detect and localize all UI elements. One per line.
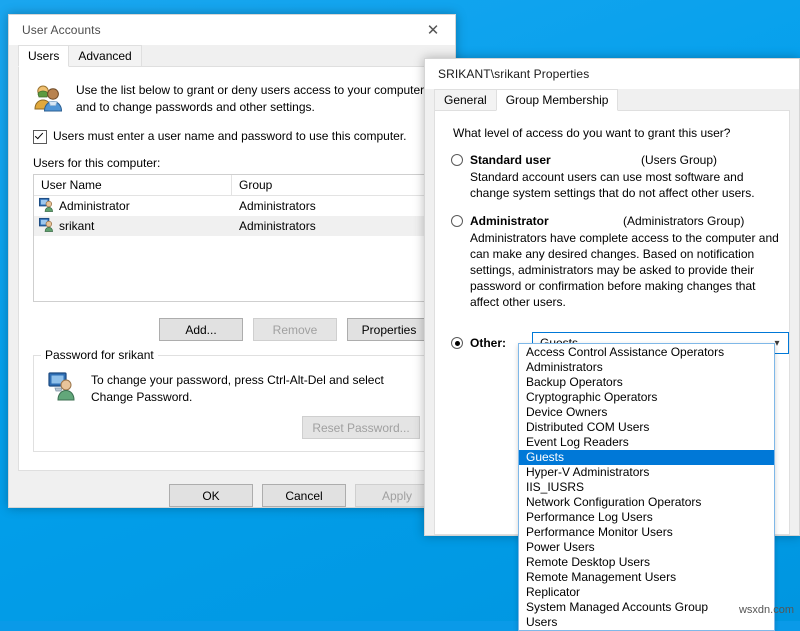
group-combobox-dropdown[interactable]: Access Control Assistance OperatorsAdmin… bbox=[518, 343, 775, 631]
users-action-buttons: Add... Remove Properties bbox=[33, 302, 431, 341]
cell-group: Administrators bbox=[232, 199, 430, 213]
dropdown-item[interactable]: Hyper-V Administrators bbox=[519, 465, 774, 480]
require-password-label: Users must enter a user name and passwor… bbox=[53, 129, 407, 143]
properties-titlebar: SRIKANT\srikant Properties bbox=[425, 59, 799, 89]
dropdown-item[interactable]: IIS_IUSRS bbox=[519, 480, 774, 495]
table-row[interactable]: Administrator Administrators bbox=[34, 196, 430, 216]
dropdown-item[interactable]: Remote Management Users bbox=[519, 570, 774, 585]
tab-users[interactable]: Users bbox=[18, 45, 69, 67]
standard-user-group: (Users Group) bbox=[641, 153, 717, 167]
dropdown-item[interactable]: Distributed COM Users bbox=[519, 420, 774, 435]
dropdown-item[interactable]: Performance Monitor Users bbox=[519, 525, 774, 540]
user-accounts-footer: OK Cancel Apply bbox=[9, 471, 455, 507]
radio-administrator[interactable] bbox=[451, 215, 463, 227]
access-level-question: What level of access do you want to gran… bbox=[435, 111, 789, 140]
properties-button[interactable]: Properties bbox=[347, 318, 431, 341]
dropdown-item[interactable]: Users bbox=[519, 615, 774, 630]
require-password-checkbox[interactable]: Users must enter a user name and passwor… bbox=[19, 116, 445, 144]
tab-general[interactable]: General bbox=[434, 89, 497, 111]
dropdown-item[interactable]: Network Configuration Operators bbox=[519, 495, 774, 510]
dropdown-item[interactable]: Performance Log Users bbox=[519, 510, 774, 525]
reset-password-button: Reset Password... bbox=[302, 416, 420, 439]
watermark: wsxdn.com bbox=[739, 604, 794, 616]
users-list-label: Users for this computer: bbox=[19, 144, 445, 174]
cell-user-name: Administrator bbox=[59, 199, 130, 213]
dropdown-item[interactable]: System Managed Accounts Group bbox=[519, 600, 774, 615]
dropdown-item[interactable]: Guests bbox=[519, 450, 774, 465]
radio-option-administrator[interactable]: Administrator (Administrators Group) Adm… bbox=[435, 201, 789, 310]
user-accounts-title: User Accounts bbox=[9, 23, 101, 37]
user-accounts-tabstrip: Users Advanced bbox=[18, 45, 446, 67]
dropdown-item[interactable]: Power Users bbox=[519, 540, 774, 555]
users-group-icon bbox=[32, 81, 64, 113]
dropdown-item[interactable]: Access Control Assistance Operators bbox=[519, 345, 774, 360]
close-icon[interactable]: ✕ bbox=[411, 15, 455, 45]
administrator-description: Administrators have complete access to t… bbox=[470, 230, 782, 310]
dropdown-item[interactable]: Administrators bbox=[519, 360, 774, 375]
user-accounts-tab-panel: Use the list below to grant or deny user… bbox=[18, 67, 446, 471]
user-account-icon bbox=[39, 217, 54, 235]
standard-user-label: Standard user bbox=[470, 153, 551, 167]
radio-option-standard-user[interactable]: Standard user (Users Group) Standard acc… bbox=[435, 140, 789, 201]
checkbox-box[interactable] bbox=[33, 130, 47, 144]
tab-advanced[interactable]: Advanced bbox=[68, 45, 141, 67]
dropdown-item[interactable]: Device Owners bbox=[519, 405, 774, 420]
radio-standard-user[interactable] bbox=[451, 154, 463, 166]
dropdown-item[interactable]: Event Log Readers bbox=[519, 435, 774, 450]
ok-button[interactable]: OK bbox=[169, 484, 253, 507]
add-button[interactable]: Add... bbox=[159, 318, 243, 341]
dropdown-item[interactable]: Remote Desktop Users bbox=[519, 555, 774, 570]
cancel-button[interactable]: Cancel bbox=[262, 484, 346, 507]
standard-user-description: Standard account users can use most soft… bbox=[470, 169, 782, 201]
table-row[interactable]: srikant Administrators bbox=[34, 216, 430, 236]
other-label: Other: bbox=[470, 336, 506, 350]
password-groupbox: Password for srikant To change your pass… bbox=[33, 355, 431, 452]
properties-title: SRIKANT\srikant Properties bbox=[425, 67, 589, 81]
cell-user-name: srikant bbox=[59, 219, 94, 233]
user-accounts-titlebar: User Accounts ✕ bbox=[9, 15, 455, 45]
column-user-name[interactable]: User Name bbox=[34, 175, 232, 195]
administrator-label: Administrator bbox=[470, 214, 549, 228]
cell-group: Administrators bbox=[232, 219, 430, 233]
dropdown-item[interactable]: Backup Operators bbox=[519, 375, 774, 390]
column-group[interactable]: Group bbox=[232, 175, 430, 195]
user-account-icon bbox=[39, 197, 54, 215]
user-accounts-window: User Accounts ✕ Users Advanced Use the l… bbox=[8, 14, 456, 508]
users-listview[interactable]: User Name Group Administrator Admi bbox=[33, 174, 431, 302]
remove-button: Remove bbox=[253, 318, 337, 341]
dropdown-item[interactable]: Replicator bbox=[519, 585, 774, 600]
administrator-group: (Administrators Group) bbox=[623, 214, 744, 228]
users-intro-text: Use the list below to grant or deny user… bbox=[76, 82, 429, 116]
properties-tabstrip: General Group Membership bbox=[434, 89, 790, 111]
password-group-text: To change your password, press Ctrl-Alt-… bbox=[91, 372, 420, 406]
dropdown-item[interactable]: Cryptographic Operators bbox=[519, 390, 774, 405]
user-password-icon bbox=[47, 370, 79, 402]
radio-other[interactable] bbox=[451, 337, 463, 349]
listview-header: User Name Group bbox=[34, 175, 430, 196]
password-group-title: Password for srikant bbox=[41, 348, 158, 362]
tab-group-membership[interactable]: Group Membership bbox=[496, 89, 619, 111]
users-intro: Use the list below to grant or deny user… bbox=[19, 67, 445, 116]
